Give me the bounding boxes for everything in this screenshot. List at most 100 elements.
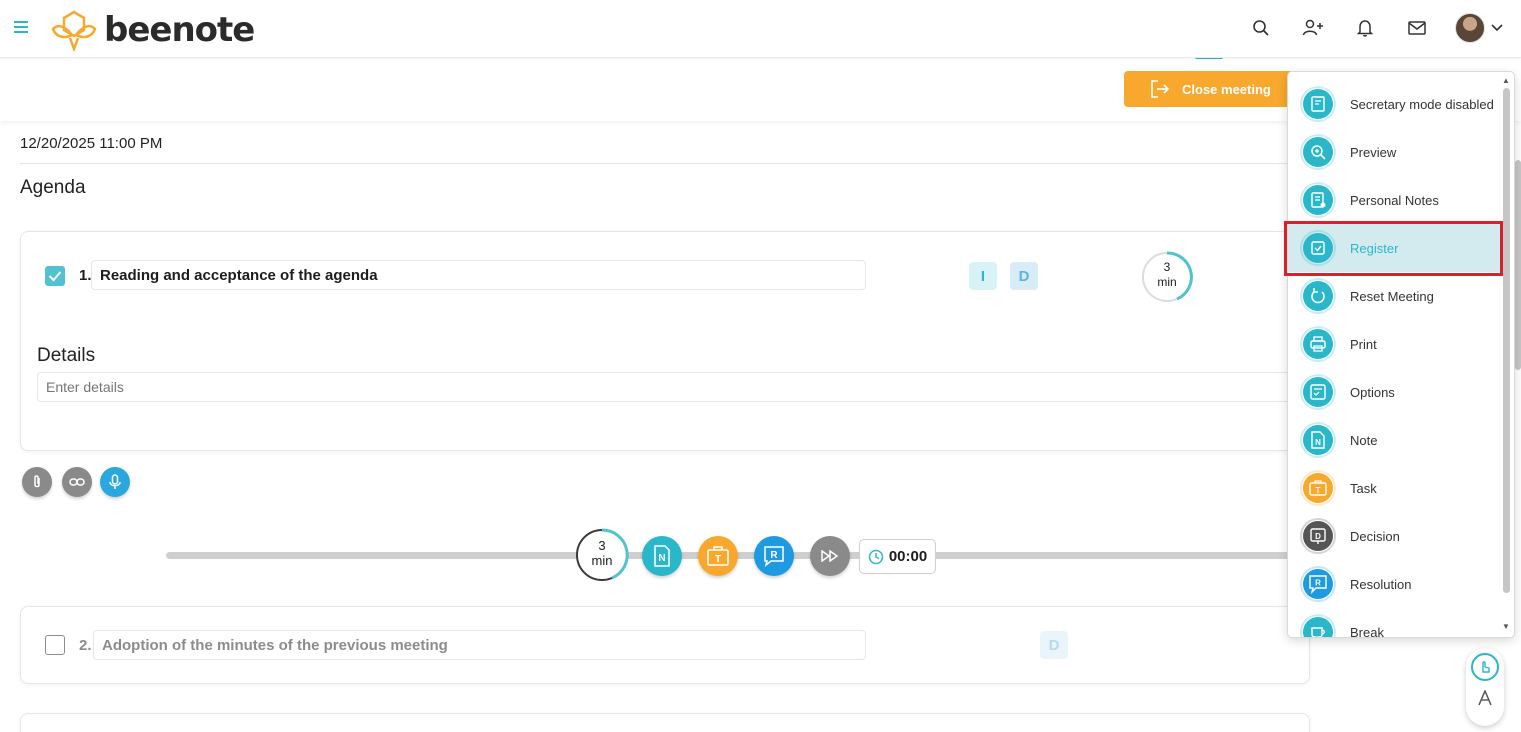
menu-item-label: Preview [1350, 144, 1397, 160]
avatar[interactable] [1455, 13, 1485, 43]
decision-icon: D [1300, 518, 1336, 554]
duration-timer[interactable]: 3 min [1140, 250, 1194, 304]
logo-text: beenote [104, 10, 255, 50]
resolution-icon: R [764, 546, 784, 567]
menu-item-preview[interactable]: Preview [1288, 128, 1502, 176]
hand-pointer-icon [1482, 661, 1490, 673]
menu-item-label: Options [1350, 384, 1395, 400]
microphone-icon [109, 474, 121, 489]
search-icon[interactable] [1235, 12, 1287, 44]
link-icon [69, 478, 85, 486]
item-number: 1. [79, 267, 92, 284]
tag-i[interactable]: I [969, 262, 997, 290]
menu-item-reset-meeting[interactable]: Reset Meeting [1288, 272, 1502, 320]
menu-scroll-up-icon[interactable]: ▲ [1502, 76, 1510, 85]
current-duration-timer[interactable]: 3 min [574, 527, 630, 583]
progress-duration-unit: min [591, 553, 613, 568]
duration-unit: min [1157, 275, 1177, 289]
close-meeting-button[interactable]: Close meeting [1124, 71, 1294, 107]
hamburger-menu-icon[interactable] [14, 18, 36, 36]
menu-item-label: Decision [1350, 528, 1400, 544]
item-title-input[interactable]: Reading and acceptance of the agenda [91, 260, 866, 290]
menu-item-label: Register [1350, 240, 1399, 256]
next-item-button[interactable] [810, 536, 850, 576]
menu-item-task[interactable]: T Task [1288, 464, 1502, 512]
link-button[interactable] [62, 467, 92, 497]
menu-item-print[interactable]: Print [1288, 320, 1502, 368]
fast-forward-icon [821, 550, 839, 562]
add-task-button[interactable]: T [698, 536, 738, 576]
bell-icon[interactable] [1339, 12, 1391, 44]
menu-item-label: Task [1350, 480, 1377, 496]
font-size-icon[interactable] [1476, 689, 1494, 711]
resolution-icon: R [1300, 566, 1336, 602]
menu-scrollbar[interactable] [1503, 88, 1510, 593]
assistant-button[interactable] [1471, 653, 1499, 681]
mail-icon[interactable] [1391, 12, 1443, 44]
microphone-button[interactable] [100, 467, 130, 497]
svg-text:D: D [1315, 532, 1321, 541]
logo[interactable]: beenote [50, 8, 255, 52]
add-user-icon[interactable] [1287, 12, 1339, 44]
paperclip-icon [34, 475, 40, 488]
meeting-actions-menu: Secretary mode disabled Preview Personal N… [1287, 71, 1515, 638]
menu-item-note[interactable]: N Note [1288, 416, 1502, 464]
item-title-input[interactable]: Adoption of the minutes of the previous … [93, 630, 866, 660]
menu-item-secretary-mode-disabled[interactable]: Secretary mode disabled [1288, 80, 1502, 128]
elapsed-time[interactable]: 00:00 [859, 539, 936, 574]
details-label: Details [37, 345, 96, 366]
menu-item-options[interactable]: Options [1288, 368, 1502, 416]
chevron-down-icon[interactable] [1491, 19, 1503, 37]
meeting-date: 12/20/2025 11:00 PM [20, 135, 163, 152]
note-letter: N [658, 553, 665, 564]
top-bar: beenote [0, 0, 1521, 58]
zoom-in-icon [1300, 134, 1336, 170]
menu-item-personal-notes[interactable]: Personal Notes [1288, 176, 1502, 224]
svg-text:R: R [1315, 579, 1321, 588]
menu-item-label: Note [1350, 432, 1378, 448]
agenda-title: Agenda [20, 177, 86, 198]
agenda-item-card: 1. Reading and acceptance of the agenda … [20, 231, 1310, 451]
task-icon: T [1300, 470, 1336, 506]
item-number: 2. [79, 637, 92, 654]
details-input[interactable] [37, 372, 1307, 402]
menu-item-decision[interactable]: D Decision [1288, 512, 1502, 560]
attachment-button[interactable] [22, 467, 52, 497]
progress-duration-value: 3 [598, 538, 606, 553]
floating-tools [1466, 648, 1504, 726]
secretary-icon [1300, 86, 1336, 122]
menu-item-label: Resolution [1350, 576, 1412, 592]
menu-item-register[interactable]: Register [1288, 224, 1502, 272]
menu-item-label: Secretary mode disabled [1350, 96, 1494, 112]
bee-logo-icon [51, 10, 97, 51]
clock-icon [868, 549, 884, 564]
note-icon: N [654, 545, 670, 567]
item-checkbox[interactable] [45, 266, 65, 286]
note-icon: N [1300, 422, 1336, 458]
page-scrollbar[interactable] [1515, 160, 1521, 370]
resolution-letter: R [770, 550, 778, 561]
svg-text:N: N [1315, 438, 1321, 447]
agenda-item-card: 2. Adoption of the minutes of the previo… [20, 606, 1310, 684]
menu-item-break[interactable]: Break [1288, 608, 1502, 638]
task-letter: T [715, 554, 721, 565]
tag-d[interactable]: D [1040, 631, 1068, 659]
menu-item-label: Break [1350, 624, 1384, 638]
svg-text:T: T [1316, 486, 1321, 495]
menu-item-label: Print [1350, 336, 1377, 352]
menu-item-label: Personal Notes [1350, 192, 1439, 208]
register-icon [1300, 230, 1336, 266]
elapsed-time-value: 00:00 [888, 548, 928, 565]
add-note-button[interactable]: N [642, 536, 682, 576]
add-resolution-button[interactable]: R [754, 536, 794, 576]
reset-icon [1300, 278, 1336, 314]
menu-scroll-down-icon[interactable]: ▼ [1502, 622, 1510, 631]
close-meeting-label: Close meeting [1182, 81, 1271, 97]
options-icon [1300, 374, 1336, 410]
menu-item-resolution[interactable]: R Resolution [1288, 560, 1502, 608]
item-checkbox[interactable] [45, 635, 65, 655]
print-icon [1300, 326, 1336, 362]
tag-d[interactable]: D [1010, 262, 1038, 290]
duration-value: 3 [1163, 260, 1171, 274]
personal-notes-icon [1300, 182, 1336, 218]
